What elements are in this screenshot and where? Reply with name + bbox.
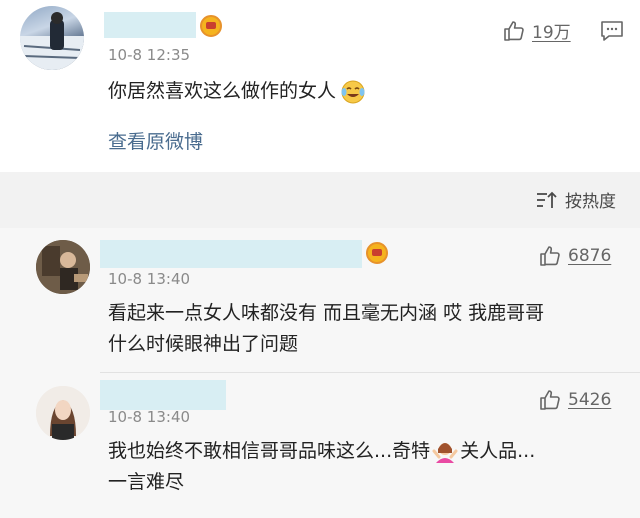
vip-badge-icon: [366, 242, 388, 264]
vip-badge-icon: [200, 15, 222, 37]
comment-text-line: 我也始终不敢相信哥哥品味这么...奇特 关人品...: [108, 436, 628, 467]
comment-icon[interactable]: [600, 20, 624, 42]
sort-label: 按热度: [565, 192, 616, 212]
comment-text-segment: 我也始终不敢相信哥哥品味这么...奇特: [108, 440, 431, 462]
sort-icon: [537, 191, 557, 208]
post-username-redacted[interactable]: [104, 12, 196, 38]
comment-like-count: 6876: [568, 246, 612, 266]
post-avatar[interactable]: [20, 6, 84, 70]
comment-item: 10-8 13:40 6876 看起来一点女人味都没有 而且毫无内涵 哎 我鹿哥…: [0, 228, 640, 376]
comment-text-line: 一言难尽: [108, 471, 185, 493]
comment-text-line: 什么时候眼神出了问题: [108, 333, 299, 355]
thumbs-up-icon: [504, 20, 524, 41]
comment-time: 10-8 13:40: [108, 408, 191, 426]
comment-divider: [100, 372, 640, 373]
post-text: 你居然喜欢这么做作的女人: [108, 80, 337, 102]
crying-laughing-emoji-icon: [341, 80, 365, 103]
comment-avatar[interactable]: [36, 240, 90, 294]
post-card: 10-8 12:35 19万 你居然喜欢这么做作的女人 查看原微博: [0, 0, 640, 172]
view-original-link[interactable]: 查看原微博: [108, 127, 203, 154]
thumbs-up-icon: [540, 246, 560, 266]
comment-time: 10-8 13:40: [108, 270, 191, 288]
comment-text: 我也始终不敢相信哥哥品味这么...奇特 关人品... 一言难尽: [108, 436, 628, 498]
comment-like-count: 5426: [568, 390, 612, 410]
comment-item: 10-8 13:40 5426 我也始终不敢相信哥哥品味这么...奇特 关人品.…: [0, 374, 640, 518]
avatar-photo: [20, 12, 84, 70]
post-time: 10-8 12:35: [108, 46, 191, 64]
comment-text: 看起来一点女人味都没有 而且毫无内涵 哎 我鹿哥哥 什么时候眼神出了问题: [108, 298, 628, 360]
comment-like-button[interactable]: 5426: [538, 388, 611, 412]
avatar-photo: [36, 240, 90, 294]
post-text-line: 你居然喜欢这么做作的女人: [108, 76, 366, 107]
comment-text-segment: 关人品...: [460, 440, 536, 462]
comment-username-redacted[interactable]: [100, 380, 226, 410]
comment-avatar[interactable]: [36, 386, 90, 440]
thumbs-up-icon: [540, 390, 560, 410]
avatar-photo: [36, 386, 90, 440]
post-like-button[interactable]: 19万: [502, 18, 571, 43]
comment-text-line: 看起来一点女人味都没有 而且毫无内涵 哎 我鹿哥哥: [108, 302, 545, 324]
post-like-count: 19万: [532, 23, 571, 43]
shrugging-woman-emoji-icon: [432, 442, 458, 463]
sort-by-hot-button[interactable]: 按热度: [535, 187, 616, 212]
comment-username-redacted[interactable]: [100, 240, 362, 268]
comment-like-button[interactable]: 6876: [538, 244, 611, 268]
